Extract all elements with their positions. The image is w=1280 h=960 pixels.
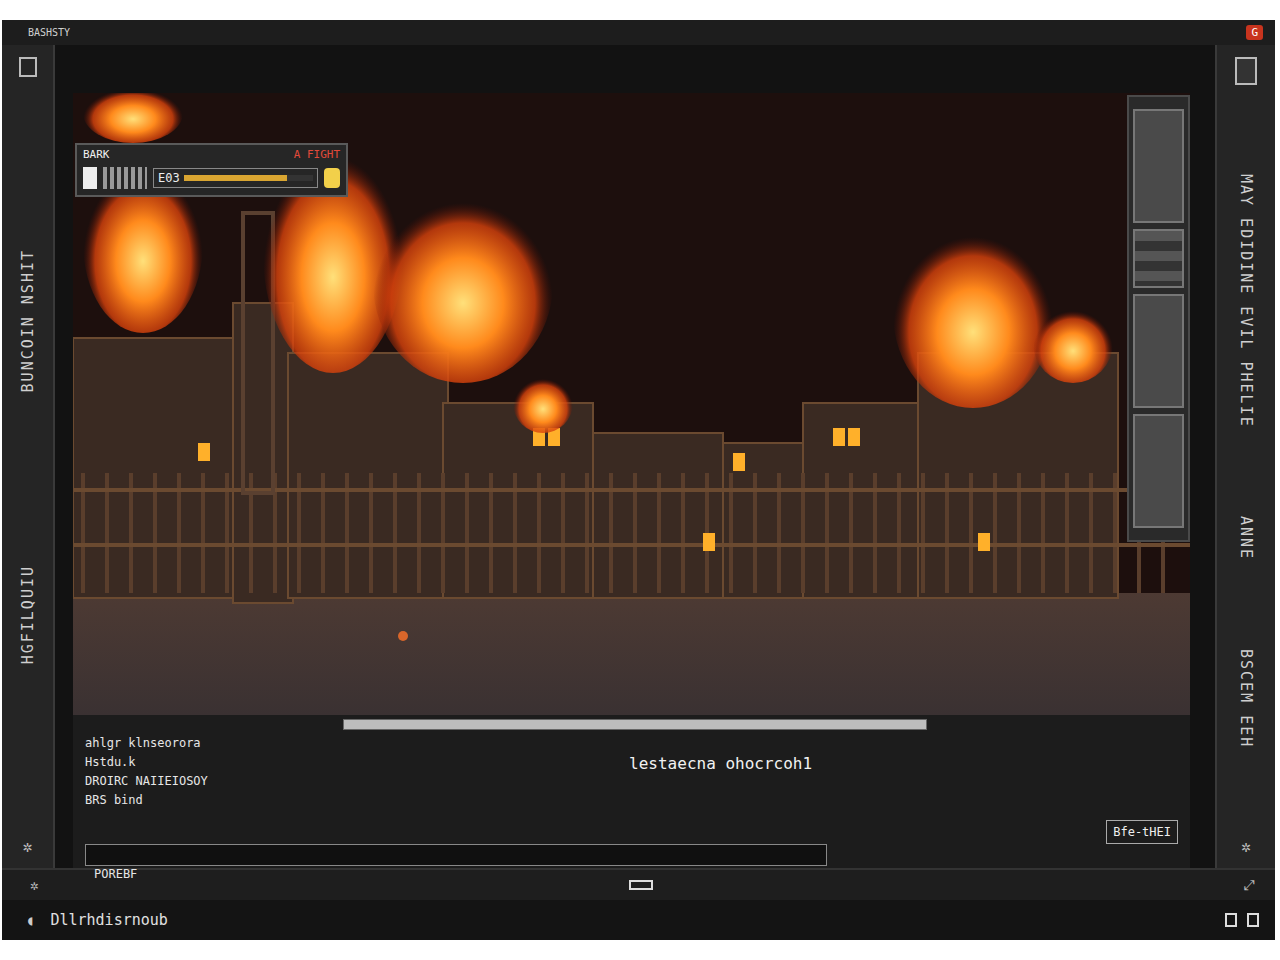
player-icon (83, 167, 97, 189)
rail-label[interactable]: HGFILQUIU (19, 565, 37, 664)
command-input[interactable]: POREBF (85, 844, 827, 866)
game-scene[interactable]: BARK A FIGHT E03 (73, 93, 1190, 715)
slot-panel (1127, 95, 1190, 542)
gear-icon[interactable]: ✲ (23, 837, 33, 856)
save-icon[interactable] (19, 57, 37, 77)
dialog-line: ahlgr klnseorora (85, 736, 335, 750)
rail-label[interactable]: BUNCOIN NSHIT (19, 249, 37, 392)
health-meter: E03 (153, 168, 318, 188)
status-icon: ◖ (26, 912, 34, 928)
status-text: Dllrhdisrnoub (50, 911, 1209, 929)
inventory-slot[interactable] (1133, 294, 1184, 408)
gear-icon[interactable]: ✲ (1241, 837, 1251, 856)
right-rail: MAY EDIDINE EVIL PHELIE ANNE BSCEM EEH ✲ (1215, 45, 1275, 868)
screen-icon[interactable] (629, 880, 653, 890)
menu-icon[interactable] (1235, 57, 1257, 85)
hud-name: BARK (83, 148, 110, 161)
dialog-line: Hstdu.k (85, 755, 335, 769)
title-bar: BASHSTY G (2, 20, 1275, 45)
grid-icon[interactable] (1225, 913, 1237, 927)
hud-score: E03 (158, 171, 180, 185)
emulator-window: BASHSTY G BUNCOIN NSHIT HGFILQUIU ✲ BARK A FIG… (2, 20, 1275, 940)
status-bar: ◖ Dllrhdisrnoub (2, 900, 1275, 940)
fullscreen-icon[interactable]: ⤢ (1244, 877, 1255, 894)
rail-label[interactable]: ANNE (1237, 516, 1255, 560)
rail-label[interactable]: BSCEM EEH (1237, 649, 1255, 748)
dialog-message: lestaecna ohocrcoh1 (347, 736, 1094, 844)
status-icons (1225, 913, 1259, 927)
hud-panel: BARK A FIGHT E03 (75, 143, 348, 197)
game-viewport: BARK A FIGHT E03 ahlgr klnseorora Hstdu.k DRO… (73, 93, 1190, 868)
coin-icon (324, 168, 340, 188)
inventory-slot[interactable] (1133, 229, 1184, 288)
window-title: BASHSTY (28, 27, 70, 38)
hud-badge: A FIGHT (294, 148, 340, 161)
rail-label[interactable]: MAY EDIDINE EVIL PHELIE (1237, 174, 1255, 428)
window-icon[interactable] (1247, 913, 1259, 927)
dialog-box: ahlgr klnseorora Hstdu.k DROIRC NAIIEIOSOY… (73, 715, 1190, 868)
dialog-button[interactable]: Bfe-tHEI (1106, 820, 1178, 844)
toolbar: ✲⤢ (2, 868, 1275, 900)
ammo-icon (103, 167, 147, 189)
dialog-progress (343, 719, 927, 730)
page: BASHSTY G BUNCOIN NSHIT HGFILQUIU ✲ BARK A FIG… (0, 0, 1280, 960)
main-area: BUNCOIN NSHIT HGFILQUIU ✲ BARK A FIGHT E03 ahl… (2, 45, 1275, 868)
dialog-line: DROIRC NAIIEIOSOY (85, 774, 335, 788)
inventory-slot[interactable] (1133, 109, 1184, 223)
dialog-line: BRS bind (85, 793, 335, 807)
settings-icon[interactable]: ✲ (30, 877, 38, 893)
inventory-slot[interactable] (1133, 414, 1184, 528)
left-rail: BUNCOIN NSHIT HGFILQUIU ✲ (2, 45, 55, 868)
close-button[interactable]: G (1246, 25, 1263, 40)
viewport-area: BARK A FIGHT E03 ahlgr klnseorora Hstdu.k DRO… (55, 45, 1215, 868)
